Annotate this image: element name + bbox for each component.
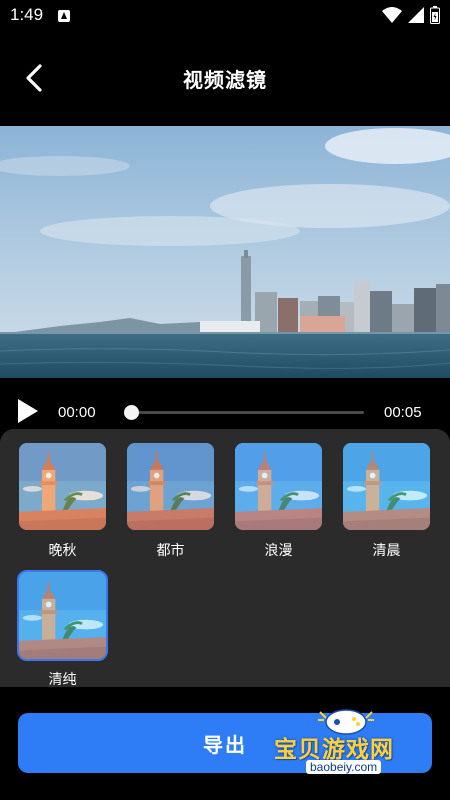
play-icon <box>18 399 38 423</box>
status-time: 1:49 <box>10 5 44 24</box>
status-icons <box>382 6 440 24</box>
filter-thumbnail <box>17 441 108 532</box>
filter-option[interactable]: 晚秋 <box>17 441 108 561</box>
filter-thumbnail <box>233 441 324 532</box>
filter-option[interactable]: 清纯 <box>17 570 108 690</box>
play-button[interactable] <box>16 398 40 424</box>
watermark-logo: 宝贝游戏网 baobeiy.com <box>272 706 422 786</box>
filter-label: 都市 <box>156 543 185 559</box>
notification-icon <box>58 10 70 22</box>
filter-thumbnail <box>125 441 216 532</box>
battery-icon <box>430 6 440 24</box>
video-preview[interactable] <box>0 126 450 378</box>
app-header: 视频滤镜 <box>0 32 450 126</box>
filter-option[interactable]: 清晨 <box>341 441 432 561</box>
filter-label: 清晨 <box>372 543 401 559</box>
video-frame-image <box>0 126 450 378</box>
page-title: 视频滤镜 <box>183 68 267 92</box>
status-bar: 1:49 <box>0 0 450 32</box>
seek-bar[interactable] <box>124 405 364 420</box>
wifi-icon <box>382 7 402 23</box>
filter-label: 浪漫 <box>264 543 293 559</box>
filter-label: 晚秋 <box>48 543 77 559</box>
current-time: 00:00 <box>58 404 96 421</box>
watermark-text: 宝贝游戏网 <box>274 737 394 763</box>
player-controls: 00:00 00:05 <box>0 378 450 430</box>
filter-panel: 晚秋 都市 浪漫 清晨清纯 <box>0 429 450 690</box>
filter-option[interactable]: 都市 <box>125 441 216 561</box>
filter-option[interactable]: 浪漫 <box>233 441 324 561</box>
total-time: 00:05 <box>384 404 422 421</box>
signal-icon <box>408 7 424 23</box>
filter-thumbnail <box>17 570 108 661</box>
filter-label: 清纯 <box>48 672 77 688</box>
watermark-url: baobeiy.com <box>306 760 382 774</box>
filter-thumbnail <box>341 441 432 532</box>
seek-thumb[interactable] <box>124 405 139 420</box>
